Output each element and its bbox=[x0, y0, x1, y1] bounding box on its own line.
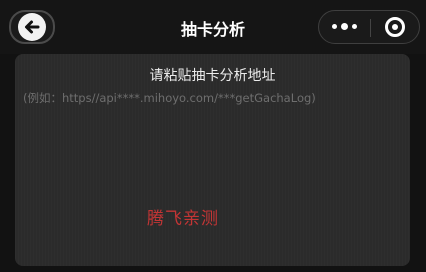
close-button[interactable] bbox=[371, 11, 419, 42]
gacha-url-input[interactable] bbox=[23, 88, 403, 108]
input-card: 请粘贴抽卡分析地址 腾飞亲测 bbox=[15, 54, 410, 266]
close-circle-icon bbox=[385, 16, 405, 37]
more-button[interactable] bbox=[319, 11, 370, 42]
top-bar: 抽卡分析 bbox=[0, 0, 426, 54]
watermark-text: 腾飞亲测 bbox=[147, 209, 219, 229]
mini-program-capsule bbox=[318, 10, 420, 44]
more-dots-icon bbox=[332, 24, 337, 29]
card-title: 请粘贴抽卡分析地址 bbox=[149, 68, 276, 84]
